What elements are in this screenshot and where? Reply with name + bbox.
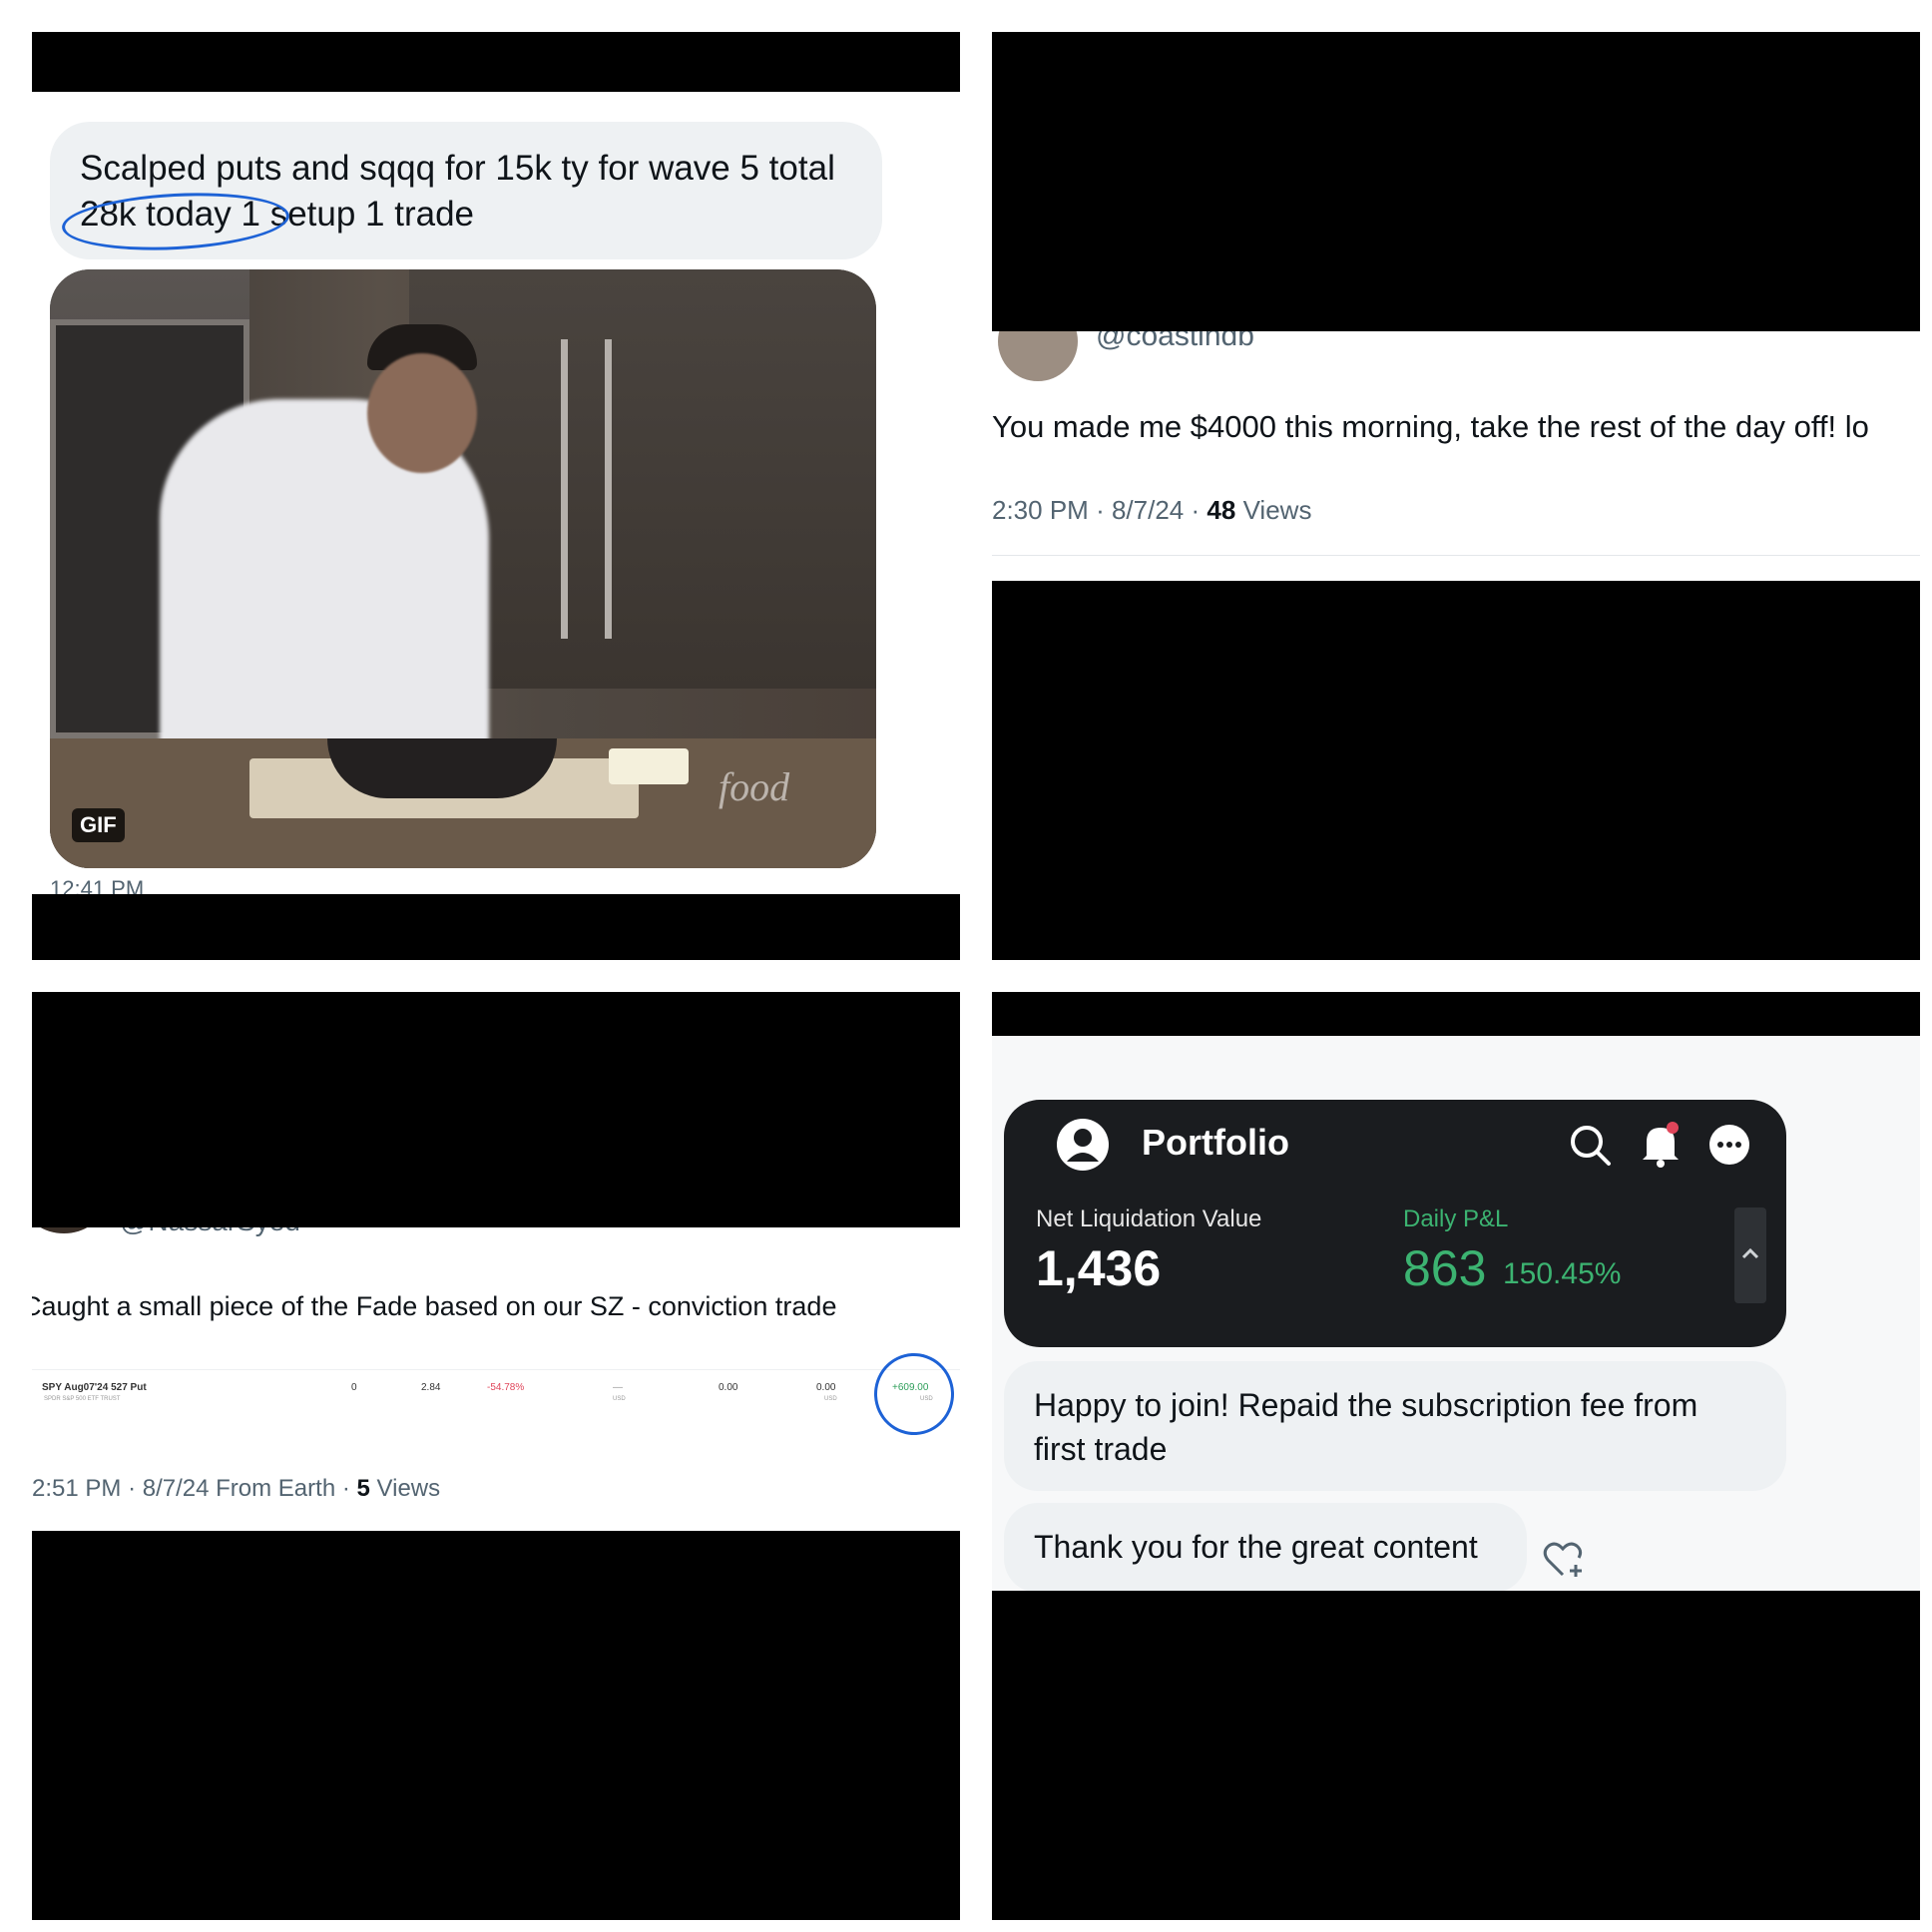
post-date: 8/7/24 bbox=[142, 1475, 210, 1502]
redaction-bar bbox=[32, 1531, 960, 1920]
account-icon[interactable] bbox=[1056, 1118, 1110, 1172]
redaction-bar bbox=[992, 581, 1920, 960]
reply-text: You made me $4000 this morning, take the… bbox=[992, 409, 1869, 444]
app-title: Portfolio bbox=[1142, 1122, 1289, 1163]
panel-wave5-post: Scalped puts and sqqq for 15k ty for wav… bbox=[32, 32, 960, 960]
position-col-a: 0.00 bbox=[719, 1382, 738, 1393]
daily-pnl-value: 863 bbox=[1403, 1240, 1487, 1296]
redaction-bar bbox=[992, 32, 1920, 331]
views-label[interactable]: Views bbox=[377, 1475, 441, 1502]
bell-icon[interactable] bbox=[1639, 1120, 1683, 1168]
position-col-b: 0.00 bbox=[816, 1382, 836, 1393]
redaction-bar bbox=[32, 992, 960, 1227]
chat-line-1: Happy to join! Repaid the subscription f… bbox=[1034, 1387, 1698, 1423]
message-line-1: Scalped puts and sqqq for 15k ty for wav… bbox=[80, 149, 835, 188]
chat-text: Thank you for the great content bbox=[1034, 1529, 1478, 1565]
views-count: 5 bbox=[356, 1475, 370, 1502]
post-time: 2:30 PM bbox=[992, 495, 1089, 525]
post-meta: 2:30 PM · 8/7/24 · 48 Views bbox=[992, 495, 1312, 525]
chat-line-2: first trade bbox=[1034, 1431, 1168, 1467]
post-source: From Earth bbox=[216, 1475, 336, 1502]
daily-pnl-percent: 150.45% bbox=[1503, 1257, 1622, 1290]
panel-fade-trade: @NassarSyed Caught a small piece of the … bbox=[32, 992, 960, 1920]
position-price: 2.84 bbox=[421, 1382, 441, 1393]
heart-plus-icon[interactable] bbox=[1543, 1541, 1587, 1579]
position-symbol: SPY Aug07'24 527 Put bbox=[42, 1382, 147, 1393]
post-meta: 2:51 PM · 8/7/24 From Earth · 5 Views bbox=[32, 1475, 441, 1502]
daily-pnl-label: Daily P&L bbox=[1403, 1206, 1509, 1232]
chat-bubble: Thank you for the great content bbox=[1004, 1503, 1527, 1593]
post-time: 2:51 PM bbox=[32, 1475, 122, 1502]
gif-media[interactable]: food GIF bbox=[50, 269, 876, 868]
redaction-bar bbox=[32, 894, 960, 960]
gif-watermark: food bbox=[719, 764, 790, 809]
redaction-bar bbox=[32, 32, 960, 92]
net-liquidation-value: 1,436 bbox=[1036, 1240, 1162, 1296]
views-count: 48 bbox=[1207, 495, 1236, 525]
position-row[interactable]: SPY Aug07'24 527 Put SPDR S&P 500 ETF TR… bbox=[32, 1369, 960, 1429]
net-liquidation-label: Net Liquidation Value bbox=[1036, 1206, 1262, 1232]
position-qty: 0 bbox=[351, 1382, 357, 1393]
views-label[interactable]: Views bbox=[1243, 495, 1312, 525]
position-dash: — bbox=[613, 1382, 623, 1393]
panel-portfolio-chat: Portfolio Net Liquidation Value 1,436 Da… bbox=[992, 992, 1920, 1920]
divider bbox=[992, 555, 1920, 556]
post-date: 8/7/24 bbox=[1111, 495, 1185, 525]
position-change: -54.78% bbox=[487, 1382, 525, 1393]
portfolio-screenshot: Portfolio Net Liquidation Value 1,436 Da… bbox=[1004, 1100, 1786, 1347]
position-description: SPDR S&P 500 ETF TRUST bbox=[44, 1396, 121, 1402]
panel-reply-4000: @coastindb You made me $4000 this mornin… bbox=[992, 32, 1920, 960]
more-icon[interactable] bbox=[1708, 1124, 1750, 1166]
post-text: Caught a small piece of the Fade based o… bbox=[32, 1291, 837, 1321]
search-icon[interactable] bbox=[1569, 1124, 1613, 1168]
chat-bubble: Happy to join! Repaid the subscription f… bbox=[1004, 1361, 1786, 1491]
collapse-button[interactable] bbox=[1734, 1208, 1766, 1303]
redaction-bar bbox=[992, 1591, 1920, 1920]
gif-badge: GIF bbox=[72, 808, 125, 842]
redaction-bar bbox=[992, 992, 1920, 1036]
chevron-up-icon bbox=[1741, 1247, 1759, 1259]
